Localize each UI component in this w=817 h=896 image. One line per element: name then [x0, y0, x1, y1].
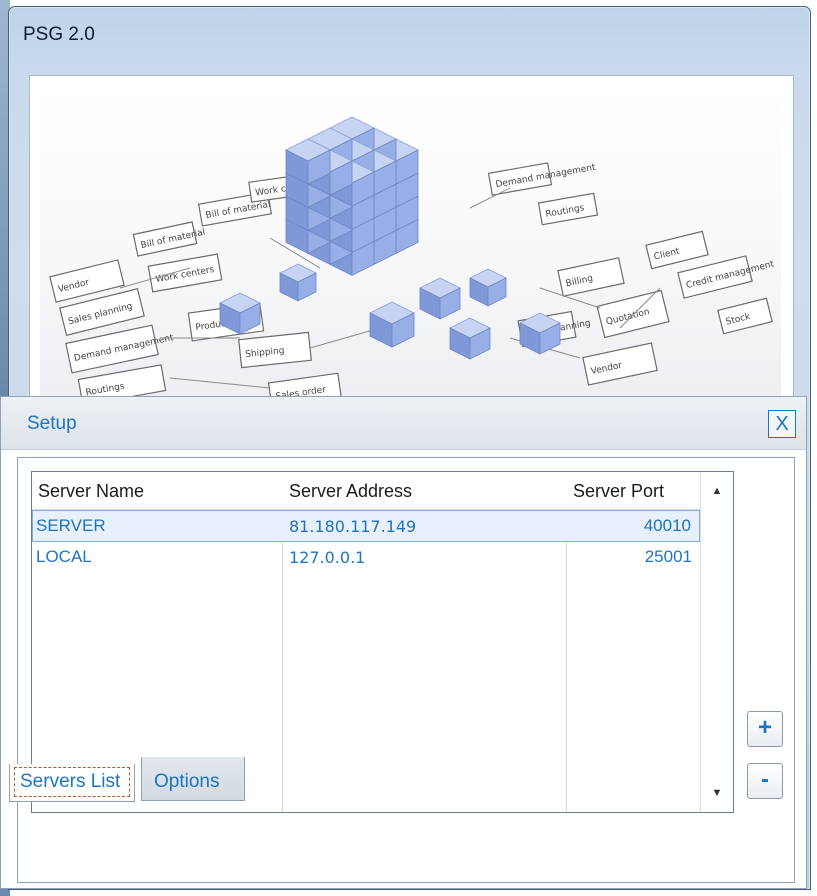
server-port-cell: 40010 — [643, 516, 691, 535]
setup-header: Setup X — [1, 397, 806, 450]
title-bar[interactable]: PSG 2.0 — [9, 7, 810, 63]
table-row[interactable]: LOCAL 127.0.0.1 25001 — [32, 542, 700, 574]
list-header: Server Name Server Address Server Port — [32, 472, 700, 510]
server-port-cell: 25001 — [644, 547, 692, 566]
add-server-button[interactable]: + — [747, 711, 783, 747]
server-name-cell: LOCAL — [36, 547, 92, 566]
tab-options[interactable]: Options — [141, 757, 245, 801]
setup-body: Server Name Server Address Server Port S… — [17, 457, 795, 883]
scroll-up-arrow-icon[interactable]: ▲ — [701, 478, 733, 504]
remove-server-button[interactable]: - — [747, 763, 783, 799]
server-address-cell: 81.180.117.149 — [289, 517, 417, 536]
scroll-down-arrow-icon[interactable]: ▼ — [701, 780, 733, 806]
column-header-server-port[interactable]: Server Port — [573, 481, 664, 502]
setup-panel: Setup X Server Name Server Address Serve… — [0, 396, 807, 889]
banner-image: Vendor Sales planning Demand management Rou… — [40, 88, 781, 406]
cube-diagram-illustration: VendorSales planningDemand managementRou… — [49, 116, 776, 406]
column-header-server-address[interactable]: Server Address — [289, 481, 412, 502]
column-header-server-name[interactable]: Server Name — [38, 481, 144, 502]
vertical-scrollbar[interactable]: ▲ ▼ — [701, 472, 733, 812]
server-address-cell: 127.0.0.1 — [289, 548, 366, 567]
desktop: PSG 2.0 Vendor Sales planning Demand manag… — [0, 0, 817, 896]
server-name-cell: SERVER — [36, 516, 106, 535]
tab-servers-list-label: Servers List — [14, 767, 130, 797]
window-title: PSG 2.0 — [23, 24, 95, 45]
servers-list[interactable]: Server Name Server Address Server Port S… — [31, 471, 734, 813]
setup-close-button[interactable]: X — [768, 410, 796, 438]
table-row[interactable]: SERVER 81.180.117.149 40010 — [32, 510, 700, 542]
tab-servers-list[interactable]: Servers List — [9, 764, 135, 802]
setup-title: Setup — [27, 413, 77, 434]
